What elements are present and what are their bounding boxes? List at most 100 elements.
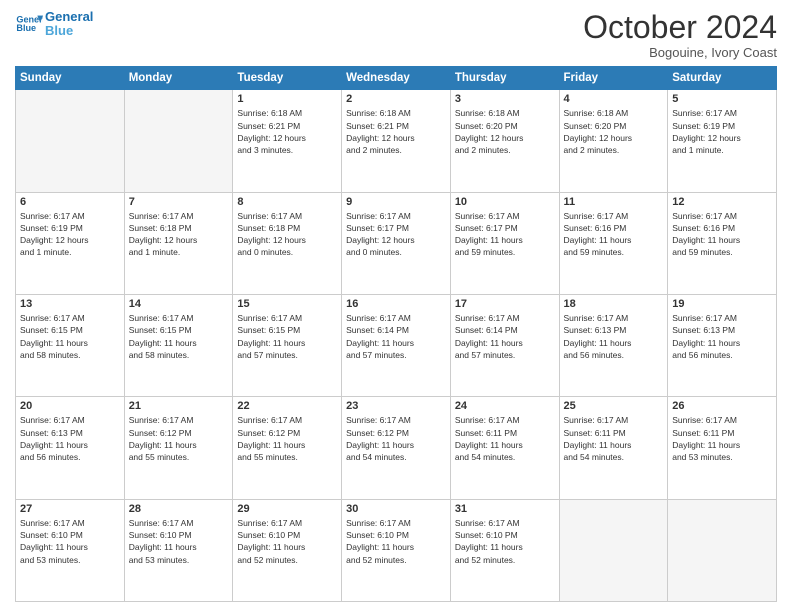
day-info: Sunrise: 6:17 AM Sunset: 6:13 PM Dayligh… bbox=[564, 312, 664, 361]
calendar-cell bbox=[668, 499, 777, 601]
day-number: 16 bbox=[346, 298, 446, 310]
day-number: 9 bbox=[346, 196, 446, 208]
day-info: Sunrise: 6:17 AM Sunset: 6:12 PM Dayligh… bbox=[237, 414, 337, 463]
day-number: 20 bbox=[20, 400, 120, 412]
day-number: 2 bbox=[346, 93, 446, 105]
calendar-cell: 20 Sunrise: 6:17 AM Sunset: 6:13 PM Dayli… bbox=[16, 397, 125, 499]
day-number: 23 bbox=[346, 400, 446, 412]
logo-icon: General Blue bbox=[15, 10, 43, 38]
day-number: 19 bbox=[672, 298, 772, 310]
weekday-header-tuesday: Tuesday bbox=[233, 67, 342, 90]
day-number: 24 bbox=[455, 400, 555, 412]
day-info: Sunrise: 6:17 AM Sunset: 6:14 PM Dayligh… bbox=[346, 312, 446, 361]
day-info: Sunrise: 6:17 AM Sunset: 6:10 PM Dayligh… bbox=[20, 517, 120, 566]
day-number: 15 bbox=[237, 298, 337, 310]
calendar-cell: 16 Sunrise: 6:17 AM Sunset: 6:14 PM Dayli… bbox=[342, 294, 451, 396]
calendar-cell: 2 Sunrise: 6:18 AM Sunset: 6:21 PM Daylig… bbox=[342, 90, 451, 192]
day-number: 8 bbox=[237, 196, 337, 208]
calendar-cell: 19 Sunrise: 6:17 AM Sunset: 6:13 PM Dayli… bbox=[668, 294, 777, 396]
page: General Blue GeneralBlue October 2024 Bo… bbox=[0, 0, 792, 612]
day-info: Sunrise: 6:17 AM Sunset: 6:11 PM Dayligh… bbox=[564, 414, 664, 463]
calendar-cell: 11 Sunrise: 6:17 AM Sunset: 6:16 PM Dayli… bbox=[559, 192, 668, 294]
day-info: Sunrise: 6:17 AM Sunset: 6:15 PM Dayligh… bbox=[237, 312, 337, 361]
calendar-cell: 25 Sunrise: 6:17 AM Sunset: 6:11 PM Dayli… bbox=[559, 397, 668, 499]
day-info: Sunrise: 6:18 AM Sunset: 6:20 PM Dayligh… bbox=[455, 107, 555, 156]
calendar-cell: 4 Sunrise: 6:18 AM Sunset: 6:20 PM Daylig… bbox=[559, 90, 668, 192]
calendar-cell: 15 Sunrise: 6:17 AM Sunset: 6:15 PM Dayli… bbox=[233, 294, 342, 396]
day-info: Sunrise: 6:17 AM Sunset: 6:15 PM Dayligh… bbox=[20, 312, 120, 361]
day-info: Sunrise: 6:17 AM Sunset: 6:13 PM Dayligh… bbox=[672, 312, 772, 361]
weekday-header-thursday: Thursday bbox=[450, 67, 559, 90]
day-number: 11 bbox=[564, 196, 664, 208]
day-number: 30 bbox=[346, 503, 446, 515]
day-info: Sunrise: 6:18 AM Sunset: 6:21 PM Dayligh… bbox=[237, 107, 337, 156]
day-info: Sunrise: 6:17 AM Sunset: 6:19 PM Dayligh… bbox=[20, 210, 120, 259]
calendar-cell: 18 Sunrise: 6:17 AM Sunset: 6:13 PM Dayli… bbox=[559, 294, 668, 396]
calendar-cell: 13 Sunrise: 6:17 AM Sunset: 6:15 PM Dayli… bbox=[16, 294, 125, 396]
weekday-header-wednesday: Wednesday bbox=[342, 67, 451, 90]
calendar-cell: 26Sunrise: 6:17 AM Sunset: 6:11 PM Dayli… bbox=[668, 397, 777, 499]
day-number: 10 bbox=[455, 196, 555, 208]
calendar-cell bbox=[559, 499, 668, 601]
day-number: 27 bbox=[20, 503, 120, 515]
day-info: Sunrise: 6:17 AM Sunset: 6:15 PM Dayligh… bbox=[129, 312, 229, 361]
day-number: 13 bbox=[20, 298, 120, 310]
calendar-cell: 7 Sunrise: 6:17 AM Sunset: 6:18 PM Daylig… bbox=[124, 192, 233, 294]
header: General Blue GeneralBlue October 2024 Bo… bbox=[15, 10, 777, 60]
day-number: 21 bbox=[129, 400, 229, 412]
day-number: 31 bbox=[455, 503, 555, 515]
calendar-cell: 31 Sunrise: 6:17 AM Sunset: 6:10 PM Dayli… bbox=[450, 499, 559, 601]
calendar-cell bbox=[124, 90, 233, 192]
calendar-cell: 10Sunrise: 6:17 AM Sunset: 6:17 PM Dayli… bbox=[450, 192, 559, 294]
day-number: 18 bbox=[564, 298, 664, 310]
calendar-week-row-4: 20 Sunrise: 6:17 AM Sunset: 6:13 PM Dayli… bbox=[16, 397, 777, 499]
day-info: Sunrise: 6:17 AM Sunset: 6:13 PM Dayligh… bbox=[20, 414, 120, 463]
day-info: Sunrise: 6:17 AM Sunset: 6:16 PM Dayligh… bbox=[672, 210, 772, 259]
calendar-cell: 14 Sunrise: 6:17 AM Sunset: 6:15 PM Dayli… bbox=[124, 294, 233, 396]
calendar-cell: 30 Sunrise: 6:17 AM Sunset: 6:10 PM Dayli… bbox=[342, 499, 451, 601]
calendar-cell: 3 Sunrise: 6:18 AM Sunset: 6:20 PM Daylig… bbox=[450, 90, 559, 192]
day-info: Sunrise: 6:17 AM Sunset: 6:17 PM Dayligh… bbox=[346, 210, 446, 259]
day-number: 25 bbox=[564, 400, 664, 412]
day-info: Sunrise: 6:17 AM Sunset: 6:10 PM Dayligh… bbox=[237, 517, 337, 566]
day-info: Sunrise: 6:17 AM Sunset: 6:12 PM Dayligh… bbox=[346, 414, 446, 463]
day-number: 14 bbox=[129, 298, 229, 310]
calendar-cell: 1Sunrise: 6:18 AM Sunset: 6:21 PM Daylig… bbox=[233, 90, 342, 192]
calendar-week-row-3: 13 Sunrise: 6:17 AM Sunset: 6:15 PM Dayli… bbox=[16, 294, 777, 396]
weekday-header-sunday: Sunday bbox=[16, 67, 125, 90]
calendar-cell: 23 Sunrise: 6:17 AM Sunset: 6:12 PM Dayli… bbox=[342, 397, 451, 499]
logo: General Blue GeneralBlue bbox=[15, 10, 93, 39]
day-info: Sunrise: 6:17 AM Sunset: 6:18 PM Dayligh… bbox=[129, 210, 229, 259]
calendar-cell: 9 Sunrise: 6:17 AM Sunset: 6:17 PM Daylig… bbox=[342, 192, 451, 294]
calendar-table: SundayMondayTuesdayWednesdayThursdayFrid… bbox=[15, 66, 777, 602]
day-info: Sunrise: 6:18 AM Sunset: 6:21 PM Dayligh… bbox=[346, 107, 446, 156]
day-number: 3 bbox=[455, 93, 555, 105]
calendar-cell: 21 Sunrise: 6:17 AM Sunset: 6:12 PM Dayli… bbox=[124, 397, 233, 499]
day-info: Sunrise: 6:17 AM Sunset: 6:14 PM Dayligh… bbox=[455, 312, 555, 361]
weekday-header-row: SundayMondayTuesdayWednesdayThursdayFrid… bbox=[16, 67, 777, 90]
day-number: 6 bbox=[20, 196, 120, 208]
calendar-cell: 12Sunrise: 6:17 AM Sunset: 6:16 PM Dayli… bbox=[668, 192, 777, 294]
day-number: 29 bbox=[237, 503, 337, 515]
calendar-week-row-2: 6 Sunrise: 6:17 AM Sunset: 6:19 PM Daylig… bbox=[16, 192, 777, 294]
day-info: Sunrise: 6:17 AM Sunset: 6:12 PM Dayligh… bbox=[129, 414, 229, 463]
location: Bogouine, Ivory Coast bbox=[583, 45, 777, 60]
calendar-cell: 29 Sunrise: 6:17 AM Sunset: 6:10 PM Dayli… bbox=[233, 499, 342, 601]
day-info: Sunrise: 6:17 AM Sunset: 6:10 PM Dayligh… bbox=[455, 517, 555, 566]
day-number: 26 bbox=[672, 400, 772, 412]
day-number: 4 bbox=[564, 93, 664, 105]
day-number: 5 bbox=[672, 93, 772, 105]
day-info: Sunrise: 6:17 AM Sunset: 6:10 PM Dayligh… bbox=[346, 517, 446, 566]
logo-text: GeneralBlue bbox=[45, 10, 93, 39]
calendar-cell: 5 Sunrise: 6:17 AM Sunset: 6:19 PM Daylig… bbox=[668, 90, 777, 192]
day-number: 7 bbox=[129, 196, 229, 208]
calendar-cell: 28Sunrise: 6:17 AM Sunset: 6:10 PM Dayli… bbox=[124, 499, 233, 601]
calendar-cell: 24Sunrise: 6:17 AM Sunset: 6:11 PM Dayli… bbox=[450, 397, 559, 499]
calendar-week-row-1: 1Sunrise: 6:18 AM Sunset: 6:21 PM Daylig… bbox=[16, 90, 777, 192]
day-number: 22 bbox=[237, 400, 337, 412]
calendar-cell: 22 Sunrise: 6:17 AM Sunset: 6:12 PM Dayli… bbox=[233, 397, 342, 499]
day-info: Sunrise: 6:17 AM Sunset: 6:19 PM Dayligh… bbox=[672, 107, 772, 156]
day-info: Sunrise: 6:17 AM Sunset: 6:16 PM Dayligh… bbox=[564, 210, 664, 259]
weekday-header-saturday: Saturday bbox=[668, 67, 777, 90]
day-info: Sunrise: 6:18 AM Sunset: 6:20 PM Dayligh… bbox=[564, 107, 664, 156]
